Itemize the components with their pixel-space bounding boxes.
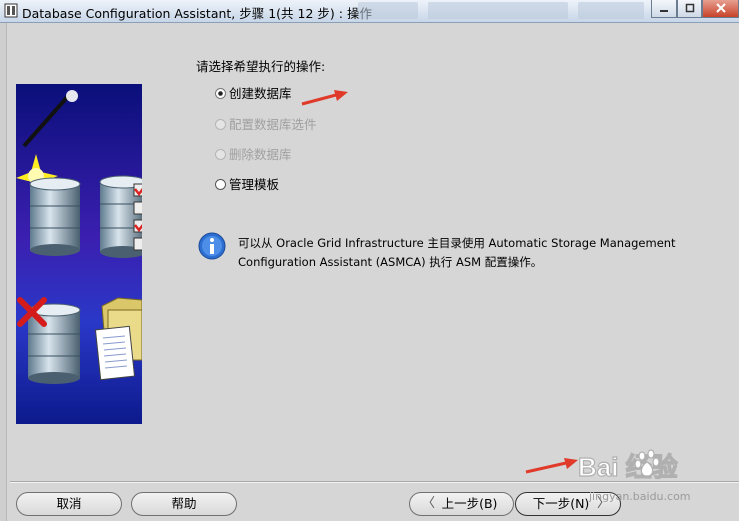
taskbar-blur	[428, 2, 568, 19]
maximize-button[interactable]	[677, 0, 702, 18]
chevron-left-icon: 〈	[422, 496, 436, 511]
asm-info-message: 可以从 Oracle Grid Infrastructure 主目录使用 Aut…	[238, 236, 676, 269]
info-icon	[198, 232, 226, 260]
window-title: Database Configuration Assistant, 步骤 1(共…	[22, 6, 372, 21]
help-button[interactable]: 帮助	[131, 492, 237, 516]
back-button-label: 上一步(B)	[441, 496, 498, 511]
title-bar: Database Configuration Assistant, 步骤 1(共…	[0, 0, 739, 23]
option-label: 配置数据库选件	[229, 117, 317, 132]
option-create-database[interactable]: 创建数据库	[215, 83, 292, 102]
window-edge	[0, 23, 7, 521]
close-icon	[715, 3, 726, 13]
option-delete-database: 删除数据库	[215, 144, 292, 163]
watermark-url: jingyan.baidu.com	[589, 490, 691, 503]
option-label: 删除数据库	[229, 147, 292, 162]
option-manage-templates[interactable]: 管理模板	[215, 174, 279, 193]
option-label: 管理模板	[229, 177, 280, 192]
operation-prompt: 请选择希望执行的操作:	[196, 59, 326, 74]
radio-selected-icon[interactable]	[215, 87, 226, 99]
radio-disabled-icon	[215, 118, 226, 130]
database-checklist-icon	[99, 175, 142, 258]
watermark-brand: Bai 经验	[578, 452, 678, 482]
taskbar-blur	[578, 2, 644, 19]
taskbar-blur	[358, 2, 418, 19]
back-button[interactable]: 〈 上一步(B)	[409, 492, 514, 516]
cancel-button[interactable]: 取消	[16, 492, 122, 516]
option-configure-database-options: 配置数据库选件	[215, 114, 317, 133]
maximize-icon	[685, 3, 694, 13]
option-label: 创建数据库	[229, 86, 292, 101]
annotation-arrow-icon	[525, 458, 578, 474]
minimize-icon	[660, 10, 668, 12]
database-icon	[29, 177, 81, 256]
close-button[interactable]	[702, 0, 739, 18]
app-icon	[4, 3, 18, 18]
minimize-button[interactable]	[651, 0, 677, 18]
annotation-arrow-icon	[301, 90, 348, 106]
radio-disabled-icon	[215, 148, 226, 160]
wizard-banner-image	[16, 84, 142, 424]
database-delete-icon	[17, 297, 81, 384]
radio-unselected-icon[interactable]	[215, 178, 226, 190]
